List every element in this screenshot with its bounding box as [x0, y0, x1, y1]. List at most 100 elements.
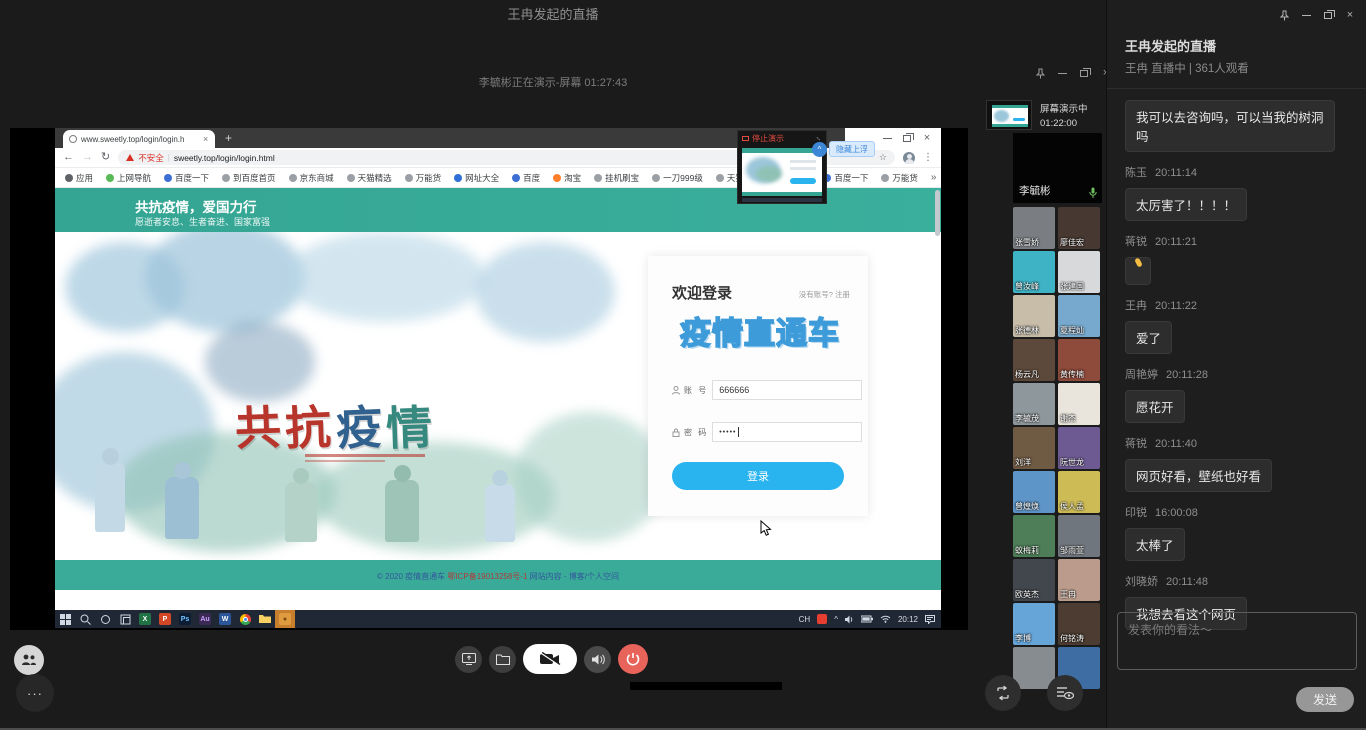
- stop-presenting-label: 停止演示: [752, 133, 784, 144]
- page-footer: © 2020 疫情直通车 鄂ICP备19013258号-1 网站内容 - 博客/…: [55, 560, 941, 590]
- bookmark-item: 百度一下: [164, 172, 209, 184]
- sender-name: 王冉: [1125, 300, 1147, 312]
- participant-tile[interactable]: 欧英杰: [1013, 559, 1055, 601]
- live-stream-window: { "app": { "top_title": "王冉发起的直播", "pres…: [0, 0, 1366, 730]
- chat-panel: × 王冉发起的直播 王冉 直播中 | 361人观看 我可以去咨询吗，可以当我的树…: [1106, 0, 1366, 730]
- participant-tile[interactable]: 刘洋: [1013, 427, 1055, 469]
- participant-name: 刘洋: [1015, 457, 1031, 468]
- chat-window-controls: ×: [1276, 8, 1358, 22]
- participant-list-button[interactable]: [1047, 675, 1083, 711]
- back-icon: ←: [63, 152, 74, 163]
- speaker-icon: [591, 653, 605, 666]
- preview-status: 屏幕演示中 01:22:00: [1040, 103, 1088, 131]
- participant-tile[interactable]: 杨云凡: [1013, 339, 1055, 381]
- account-label: 账 号: [684, 385, 708, 396]
- participant-tile[interactable]: 曾汝峰: [1013, 251, 1055, 293]
- art-calligraphy: 共 抗 疫 情: [235, 392, 432, 458]
- participant-tile[interactable]: 曾煌焕: [1013, 471, 1055, 513]
- tray-clock: 20:12: [898, 615, 918, 624]
- chat-subtitle: 王冉 直播中 | 361人观看: [1125, 60, 1249, 76]
- password-input: •••••: [712, 422, 862, 442]
- participant-tile[interactable]: 何铭涛: [1058, 603, 1100, 645]
- float-arrow-icon: ^: [812, 142, 827, 157]
- chat-message: 印锐16:00:08 太棒了: [1125, 504, 1353, 561]
- participant-tile[interactable]: 侯人孟: [1058, 471, 1100, 513]
- screen-share-preview[interactable]: [986, 100, 1032, 130]
- bookmark-item: 万能货: [881, 172, 918, 184]
- bookmark-item: 一刀999级: [652, 172, 703, 184]
- person-icon: [672, 386, 680, 395]
- account-row: 账 号 666666: [672, 380, 862, 400]
- pin-icon[interactable]: [1276, 8, 1292, 22]
- participant-grid: 张雪娇 廖佳宏 曾汝峰 张建国 张德林 夏程灿 杨云凡 黄传楠 李毓茂 谢杰 刘…: [1013, 207, 1103, 689]
- bookmark-item: 上网导航: [106, 172, 151, 184]
- participant-tile[interactable]: 邹雨萱: [1058, 515, 1100, 557]
- participant-tile[interactable]: 夏程灿: [1058, 295, 1100, 337]
- participant-tile[interactable]: 张德林: [1013, 295, 1055, 337]
- bookmark-favicon: [553, 174, 561, 182]
- login-card: 欢迎登录 没有账号? 注册 疫情直通车 账 号 666666 密 码 •••••…: [648, 256, 868, 516]
- sender-name: 刘晓娇: [1125, 576, 1158, 588]
- participant-name: 廖佳宏: [1060, 237, 1084, 248]
- bookmark-item: 京东商城: [289, 172, 334, 184]
- speaker-button[interactable]: [584, 646, 611, 673]
- lock-icon: [672, 428, 680, 437]
- bookmark-favicon: [347, 174, 355, 182]
- participant-tile[interactable]: 张建国: [1058, 251, 1100, 293]
- participant-tile[interactable]: 廖佳宏: [1058, 207, 1100, 249]
- register-link: 没有账号? 注册: [799, 289, 850, 300]
- participant-tile[interactable]: 黄传楠: [1058, 339, 1100, 381]
- share-screen-button[interactable]: [455, 646, 482, 673]
- speaker-name: 李毓彬: [1019, 183, 1051, 198]
- bookmark-favicon: [164, 174, 172, 182]
- participant-name: 王冉: [1060, 589, 1076, 600]
- camera-off-button[interactable]: [523, 644, 577, 674]
- message-bubble: 愿花开: [1125, 390, 1185, 423]
- end-stream-button[interactable]: [618, 644, 648, 674]
- message-time: 20:11:22: [1155, 300, 1197, 312]
- browser-close-icon: ×: [919, 131, 935, 145]
- bookmark-favicon: [106, 174, 114, 182]
- sender-name: 蒋锐: [1125, 236, 1147, 248]
- bookmark-favicon: [454, 174, 462, 182]
- participant-name: 侯人孟: [1060, 501, 1084, 512]
- chat-message: 蒋锐20:11:40 网页好看，壁纸也好看: [1125, 435, 1353, 492]
- participant-tile[interactable]: 王冉: [1058, 559, 1100, 601]
- participants-panel: 屏幕演示中 01:22:00 李毓彬 张雪娇 廖佳宏 曾汝峰 张建国 张德林 夏…: [985, 0, 1106, 730]
- minimize-button[interactable]: [1298, 8, 1314, 22]
- participant-tile[interactable]: 谢杰: [1058, 383, 1100, 425]
- participant-name: 欧英杰: [1015, 589, 1039, 600]
- message-bubble: 太棒了: [1125, 528, 1185, 561]
- bookmark-item: 天猫精选: [347, 172, 392, 184]
- message-time: 20:11:28: [1166, 369, 1208, 381]
- word-icon: W: [215, 610, 235, 628]
- participant-tile[interactable]: 阮世龙: [1058, 427, 1100, 469]
- restore-button[interactable]: [1320, 8, 1336, 22]
- more-options-button[interactable]: ···: [16, 674, 54, 712]
- stream-toolbar: [455, 644, 648, 674]
- folder-button[interactable]: [489, 646, 516, 673]
- chat-input[interactable]: [1117, 612, 1357, 670]
- participant-tile[interactable]: 李毓茂: [1013, 383, 1055, 425]
- new-tab-icon: +: [225, 131, 232, 145]
- participant-tile[interactable]: 张雪娇: [1013, 207, 1055, 249]
- people-icon: [21, 654, 37, 666]
- close-button[interactable]: ×: [1342, 8, 1358, 22]
- mic-icon: [1089, 187, 1097, 199]
- layout-switch-button[interactable]: [985, 675, 1021, 711]
- notification-icon: [925, 615, 935, 624]
- message-bubble: 网页好看，壁纸也好看: [1125, 459, 1272, 492]
- tray-language: CH: [799, 615, 811, 624]
- banner-subtitle: 愿逝者安息、生者奋进、国家富强: [135, 215, 270, 228]
- participant-tile[interactable]: 蚁梅莉: [1013, 515, 1055, 557]
- sender-name: 印锐: [1125, 507, 1147, 519]
- input-method-icon: [817, 614, 827, 624]
- participant-tile[interactable]: 李博: [1013, 603, 1055, 645]
- bookmark-favicon: [405, 174, 413, 182]
- participants-button[interactable]: [14, 645, 44, 675]
- bookmark-item: 网址大全: [454, 172, 499, 184]
- speaker-tile[interactable]: 李毓彬: [1013, 133, 1102, 203]
- bookmark-item: 到百度首页: [222, 172, 276, 184]
- participant-name: 张雪娇: [1015, 237, 1039, 248]
- send-button[interactable]: 发送: [1296, 687, 1354, 712]
